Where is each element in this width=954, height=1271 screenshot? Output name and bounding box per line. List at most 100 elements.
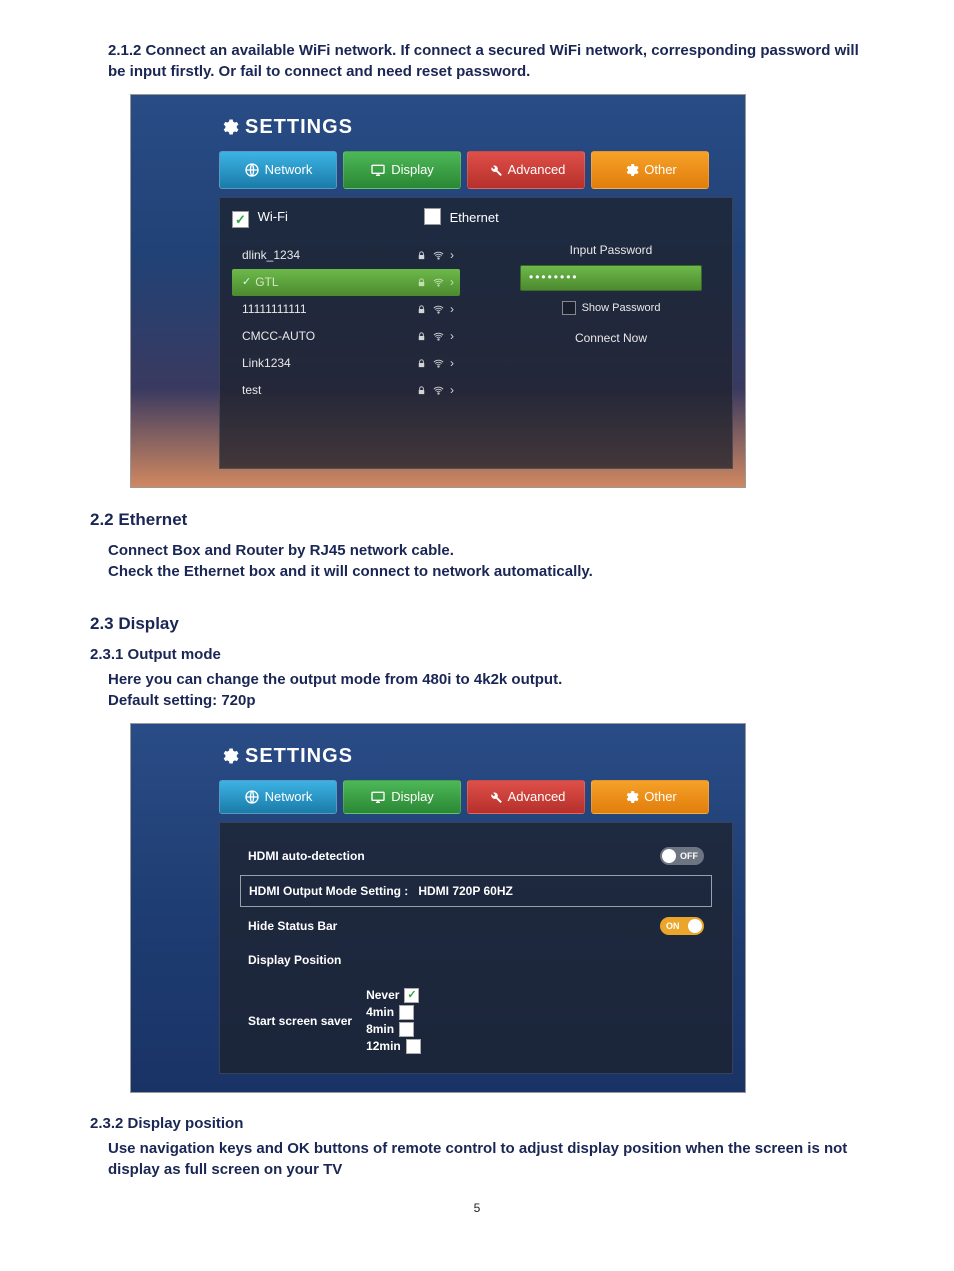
toggle-on[interactable]: ON [660, 917, 704, 935]
heading-2-2: 2.2 Ethernet [90, 508, 864, 532]
text-2-2-line2: Check the Ethernet box and it will conne… [108, 561, 864, 582]
display-icon [370, 162, 386, 178]
tab-other[interactable]: Other [591, 780, 709, 815]
tab-advanced[interactable]: Advanced [467, 151, 585, 189]
tab-display[interactable]: Display [343, 151, 461, 189]
tab-display-label: Display [391, 788, 434, 806]
tab-network[interactable]: Network [219, 780, 337, 815]
tab-network-label: Network [265, 788, 313, 806]
text-2-3-1-line1: Here you can change the output mode from… [108, 669, 864, 690]
wifi-network-item[interactable]: CMCC-AUTO › [232, 323, 460, 350]
wifi-name: CMCC-AUTO [242, 328, 416, 345]
hdmi-mode-value: HDMI 720P 60HZ [418, 884, 512, 898]
input-password-label: Input Password [570, 242, 653, 259]
wifi-name: 11111111111 [242, 301, 416, 318]
wifi-name: dlink_1234 [242, 247, 416, 264]
checkbox-icon [562, 301, 576, 315]
gear-icon [623, 789, 639, 805]
settings-title-text: SETTINGS [245, 742, 353, 770]
tab-display-label: Display [391, 161, 434, 179]
screen-saver-option-label: 12min [366, 1038, 401, 1055]
wifi-network-item[interactable]: test› [232, 377, 460, 404]
ethernet-label: Ethernet [450, 210, 499, 225]
wifi-label: Wi-Fi [258, 209, 288, 224]
globe-icon [244, 162, 260, 178]
wifi-network-item[interactable]: dlink_1234 › [232, 242, 460, 269]
text-2-2-line1: Connect Box and Router by RJ45 network c… [108, 540, 864, 561]
lock-icon [416, 385, 427, 396]
wifi-icon [433, 250, 444, 261]
screen-saver-option[interactable]: Never ✓ [366, 987, 421, 1004]
tab-advanced-label: Advanced [508, 788, 566, 806]
settings-title: SETTINGS [219, 113, 733, 141]
settings-title: SETTINGS [219, 742, 733, 770]
chevron-right-icon: › [450, 301, 454, 318]
display-icon [370, 789, 386, 805]
wifi-network-item[interactable]: Link1234 › [232, 350, 460, 377]
hide-status-label: Hide Status Bar [248, 918, 337, 935]
tools-icon [487, 789, 503, 805]
screen-saver-option[interactable]: 4min [366, 1004, 421, 1021]
screen-saver-option-label: Never [366, 987, 399, 1004]
hdmi-auto-label: HDMI auto-detection [248, 848, 365, 865]
chevron-right-icon: › [450, 247, 454, 264]
wifi-icon [433, 385, 444, 396]
wifi-toggle[interactable]: ✓ Wi-Fi [232, 208, 288, 228]
gear-icon [623, 162, 639, 178]
lock-icon [416, 358, 427, 369]
heading-2-3-2: 2.3.2 Display position [90, 1113, 864, 1134]
wifi-icon [433, 277, 444, 288]
wifi-network-list: dlink_1234›✓GTL›11111111111›CMCC-AUTO›Li… [232, 242, 460, 404]
tab-other-label: Other [644, 161, 677, 179]
checkbox-icon: ✓ [232, 211, 249, 228]
display-position-label: Display Position [248, 952, 341, 969]
wifi-network-item[interactable]: ✓GTL› [232, 269, 460, 296]
screen-saver-option-label: 8min [366, 1021, 394, 1038]
tab-other[interactable]: Other [591, 151, 709, 189]
toggle-off[interactable]: OFF [660, 847, 704, 865]
ethernet-toggle[interactable]: ✓ Ethernet [424, 208, 499, 228]
chevron-right-icon: › [450, 355, 454, 372]
tab-advanced[interactable]: Advanced [467, 780, 585, 815]
tab-network-label: Network [265, 161, 313, 179]
screen-saver-option-label: 4min [366, 1004, 394, 1021]
screenshot-wifi-settings: SETTINGS Network Display Advanced Other [130, 94, 746, 488]
password-input[interactable]: •••••••• [520, 265, 702, 291]
page-number: 5 [90, 1200, 864, 1217]
wifi-icon [433, 358, 444, 369]
gear-icon [219, 746, 239, 766]
screen-saver-row: Start screen saver Never ✓ 4min8min12min [240, 979, 712, 1054]
section-2-1-2: 2.1.2 Connect an available WiFi network.… [108, 40, 864, 82]
connect-now-button[interactable]: Connect Now [575, 330, 647, 347]
tab-display[interactable]: Display [343, 780, 461, 815]
tab-network[interactable]: Network [219, 151, 337, 189]
wifi-name: GTL [255, 274, 416, 291]
wifi-network-item[interactable]: 11111111111 › [232, 296, 460, 323]
heading-2-3-1: 2.3.1 Output mode [90, 644, 864, 665]
settings-title-text: SETTINGS [245, 113, 353, 141]
tab-advanced-label: Advanced [508, 161, 566, 179]
text-2-3-1-line2: Default setting: 720p [108, 690, 864, 711]
text-2-3-2: Use navigation keys and OK buttons of re… [108, 1138, 864, 1180]
display-position-row[interactable]: Display Position [240, 945, 712, 975]
screen-saver-option[interactable]: 8min [366, 1021, 421, 1038]
checkbox-icon: ✓ [424, 208, 441, 225]
hide-status-bar-row[interactable]: Hide Status Bar ON [240, 911, 712, 941]
checkbox-icon [399, 1005, 414, 1020]
screen-saver-label: Start screen saver [248, 1013, 352, 1030]
show-password-toggle[interactable]: Show Password [562, 301, 661, 316]
chevron-right-icon: › [450, 274, 454, 291]
checkbox-icon [399, 1022, 414, 1037]
hdmi-auto-detection-row[interactable]: HDMI auto-detection OFF [240, 841, 712, 871]
hdmi-mode-label: HDMI Output Mode Setting : [249, 884, 408, 898]
tab-other-label: Other [644, 788, 677, 806]
lock-icon [416, 277, 427, 288]
hdmi-output-mode-row[interactable]: HDMI Output Mode Setting : HDMI 720P 60H… [240, 875, 712, 907]
checkbox-icon: ✓ [404, 988, 419, 1003]
lock-icon [416, 331, 427, 342]
chevron-right-icon: › [450, 328, 454, 345]
tools-icon [487, 162, 503, 178]
screen-saver-option[interactable]: 12min [366, 1038, 421, 1055]
wifi-name: Link1234 [242, 355, 416, 372]
screenshot-display-settings: SETTINGS Network Display Advanced Other … [130, 723, 746, 1093]
